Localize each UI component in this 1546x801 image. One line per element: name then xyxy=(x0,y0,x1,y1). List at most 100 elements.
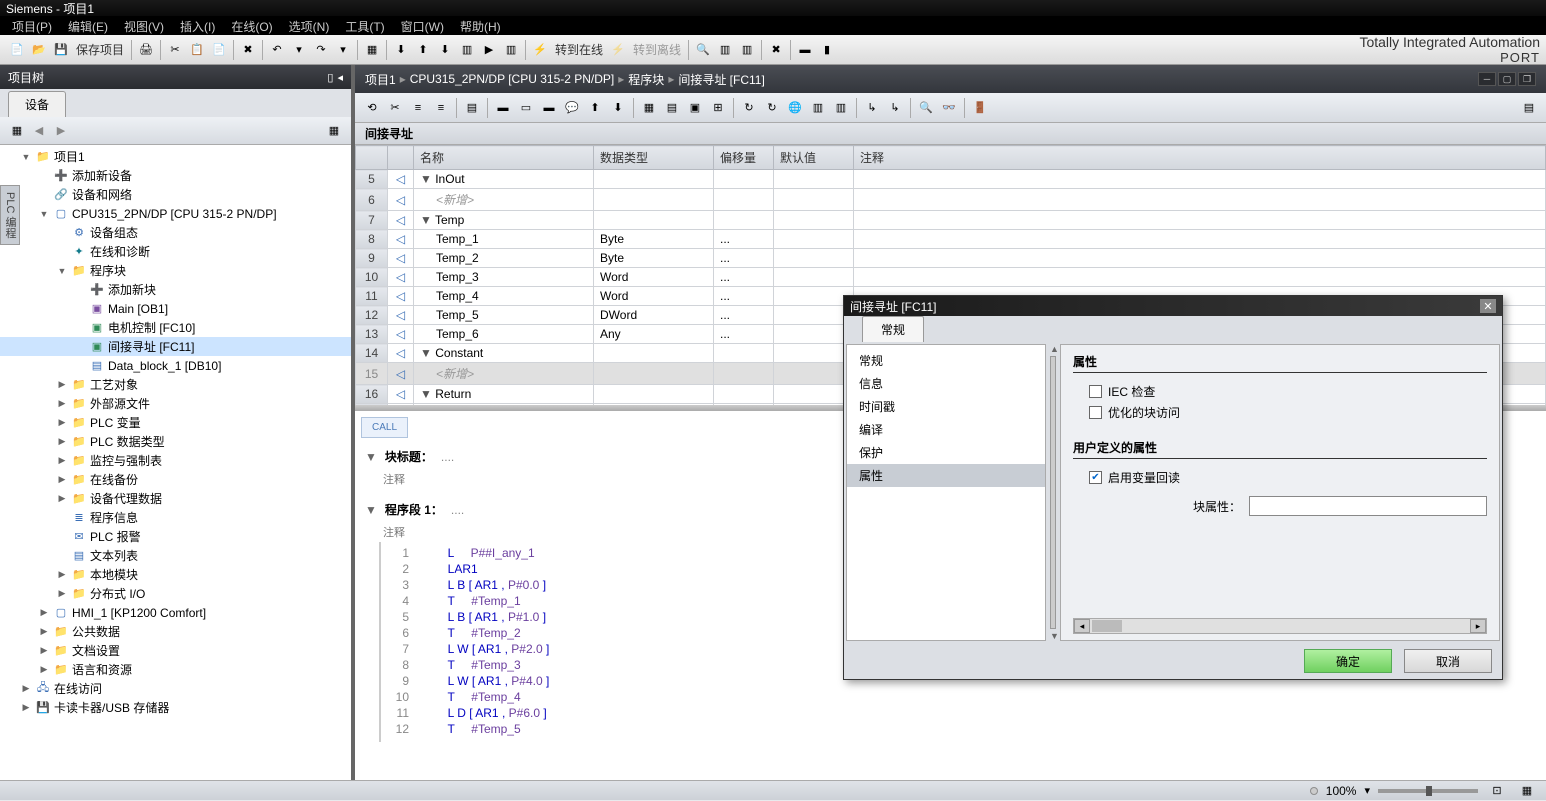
optimized-access-row[interactable]: 优化的块访问 xyxy=(1089,404,1487,421)
tree-twisty-icon[interactable]: ▶ xyxy=(38,607,50,618)
ok-button[interactable]: 确定 xyxy=(1304,649,1392,673)
paste-icon[interactable]: 📄 xyxy=(209,40,229,60)
save-project-label[interactable]: 保存项目 xyxy=(76,41,124,58)
collapse-icon[interactable]: ▼ xyxy=(365,450,377,464)
split-h-icon[interactable]: ▬ xyxy=(795,40,815,60)
tree-twisty-icon[interactable]: ▶ xyxy=(20,702,32,713)
breadcrumb-item[interactable]: 项目1 xyxy=(365,71,396,88)
tree-node[interactable]: ▶📁设备代理数据 xyxy=(0,489,351,508)
block-prop-input[interactable] xyxy=(1249,496,1487,516)
zoom-value[interactable]: 100% xyxy=(1326,784,1357,798)
tree-twisty-icon[interactable]: ▶ xyxy=(38,626,50,637)
minimize-icon[interactable]: ─ xyxy=(1478,72,1496,86)
et-icon[interactable]: ▣ xyxy=(685,98,705,118)
tree-twisty-icon[interactable]: ▶ xyxy=(56,417,68,428)
dialog-titlebar[interactable]: 间接寻址 [FC11] ✕ xyxy=(844,296,1502,316)
code-line[interactable]: 10 T #Temp_4 xyxy=(381,690,1546,706)
menu-item[interactable]: 工具(T) xyxy=(337,16,392,35)
var-row[interactable]: 8◁Temp_1Byte... xyxy=(356,230,1546,249)
monitor-icon[interactable]: 👓 xyxy=(939,98,959,118)
tree-body[interactable]: ▼📁项目1➕添加新设备🔗设备和网络▼▢CPU315_2PN/DP [CPU 31… xyxy=(0,145,351,780)
undo-icon[interactable]: ↶ xyxy=(267,40,287,60)
et-icon[interactable]: ▤ xyxy=(662,98,682,118)
tree-node[interactable]: ▶📁公共数据 xyxy=(0,622,351,641)
code-line[interactable]: 12 T #Temp_5 xyxy=(381,722,1546,738)
et-icon[interactable]: ↳ xyxy=(885,98,905,118)
delete-icon[interactable]: ✖ xyxy=(238,40,258,60)
tree-node[interactable]: ▶📁本地模块 xyxy=(0,565,351,584)
tree-twisty-icon[interactable]: ▼ xyxy=(20,152,32,162)
et-icon[interactable]: ✂ xyxy=(385,98,405,118)
upload-icon[interactable]: ⬆ xyxy=(413,40,433,60)
tree-back-icon[interactable]: ◀ xyxy=(29,121,49,141)
save-icon[interactable]: 💾 xyxy=(51,40,71,60)
side-tab-plc[interactable]: PLC 编程 xyxy=(0,185,20,245)
var-row[interactable]: 7◁▼ Temp xyxy=(356,211,1546,230)
accessible-devices-icon[interactable]: 🔍 xyxy=(693,40,713,60)
et-icon[interactable]: ⟲ xyxy=(362,98,382,118)
var-header[interactable] xyxy=(388,146,414,170)
et-icon[interactable]: ↻ xyxy=(739,98,759,118)
var-row[interactable]: 5◁▼ InOut xyxy=(356,170,1546,189)
cross-ref-icon[interactable]: ✖ xyxy=(766,40,786,60)
tree-twisty-icon[interactable]: ▶ xyxy=(20,683,32,694)
dialog-nav-item[interactable]: 编译 xyxy=(847,418,1045,441)
tree-node[interactable]: ▶📁语言和资源 xyxy=(0,660,351,679)
breadcrumb-item[interactable]: 程序块 xyxy=(628,71,664,88)
et-icon[interactable]: 💬 xyxy=(562,98,582,118)
tree-twisty-icon[interactable]: ▶ xyxy=(56,493,68,504)
readback-row[interactable]: ✔ 启用变量回读 xyxy=(1089,469,1487,486)
tree-twisty-icon[interactable]: ▶ xyxy=(56,379,68,390)
et-icon[interactable]: ▥ xyxy=(831,98,851,118)
et-icon[interactable]: ▦ xyxy=(639,98,659,118)
tree-fwd-icon[interactable]: ▶ xyxy=(51,121,71,141)
menu-item[interactable]: 项目(P) xyxy=(4,16,60,35)
et-icon[interactable]: ↻ xyxy=(762,98,782,118)
device-tab[interactable]: 设备 xyxy=(8,91,66,117)
copy-icon[interactable]: 📋 xyxy=(187,40,207,60)
et-icon[interactable]: 🔍 xyxy=(916,98,936,118)
scroll-up-icon[interactable]: ▲ xyxy=(1050,344,1056,354)
redo-dropdown-icon[interactable]: ▾ xyxy=(333,40,353,60)
var-row[interactable]: 6◁<新增> xyxy=(356,189,1546,211)
go-offline-icon[interactable]: ⚡ xyxy=(608,40,628,60)
var-header[interactable]: 名称 xyxy=(414,146,594,170)
close-icon[interactable]: ✕ xyxy=(1480,299,1496,313)
tree-node[interactable]: 🔗设备和网络 xyxy=(0,185,351,204)
menu-item[interactable]: 窗口(W) xyxy=(393,16,452,35)
et-icon[interactable]: ⬆ xyxy=(585,98,605,118)
tree-node[interactable]: ▶💾卡读卡器/USB 存储器 xyxy=(0,698,351,717)
collapse-icon[interactable]: ▼ xyxy=(365,503,377,517)
tree-node[interactable]: ▣Main [OB1] xyxy=(0,299,351,318)
dialog-nav[interactable]: 常规信息时间戳编译保护属性 xyxy=(846,344,1046,641)
tree-collapse-icon[interactable]: ▦ xyxy=(324,121,344,141)
tree-node[interactable]: ⚙设备组态 xyxy=(0,223,351,242)
et-icon[interactable]: 🌐 xyxy=(785,98,805,118)
et-icon[interactable]: ▥ xyxy=(808,98,828,118)
split-v-icon[interactable]: ▮ xyxy=(817,40,837,60)
et-options-icon[interactable]: ▤ xyxy=(1519,98,1539,118)
tree-twisty-icon[interactable]: ▼ xyxy=(56,266,68,276)
var-header[interactable]: 注释 xyxy=(854,146,1546,170)
tree-node[interactable]: ✉PLC 报警 xyxy=(0,527,351,546)
checkbox-unchecked-icon[interactable] xyxy=(1089,406,1102,419)
download3-icon[interactable]: ▥ xyxy=(457,40,477,60)
menu-item[interactable]: 插入(I) xyxy=(172,16,223,35)
scroll-thumb[interactable] xyxy=(1092,620,1122,632)
var-header[interactable] xyxy=(356,146,388,170)
cut-icon[interactable]: ✂ xyxy=(165,40,185,60)
dialog-nav-item[interactable]: 保护 xyxy=(847,441,1045,464)
go-online-label[interactable]: 转到在线 xyxy=(555,41,603,58)
fit-icon[interactable]: ⊡ xyxy=(1487,781,1507,801)
et-icon[interactable]: ▬ xyxy=(539,98,559,118)
view-icon[interactable]: ▦ xyxy=(1517,781,1537,801)
var-row[interactable]: 9◁Temp_2Byte... xyxy=(356,249,1546,268)
et-icon[interactable]: ⊞ xyxy=(708,98,728,118)
new-project-icon[interactable]: 📄 xyxy=(7,40,27,60)
dialog-nav-item[interactable]: 信息 xyxy=(847,372,1045,395)
download2-icon[interactable]: ⬇ xyxy=(435,40,455,60)
tree-twisty-icon[interactable]: ▶ xyxy=(56,436,68,447)
et-icon[interactable]: ▬ xyxy=(493,98,513,118)
tree-node[interactable]: ▶📁在线备份 xyxy=(0,470,351,489)
et-icon[interactable]: 🚪 xyxy=(970,98,990,118)
